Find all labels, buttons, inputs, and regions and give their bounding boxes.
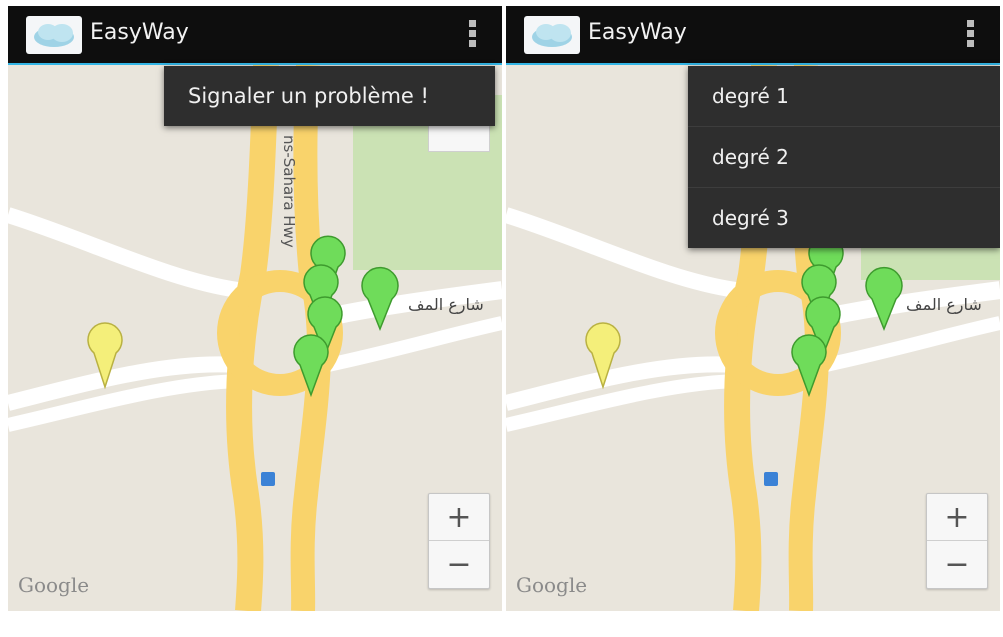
bus-stop-icon (764, 472, 778, 486)
severity-popup-menu: degré 1 degré 2 degré 3 (688, 66, 1000, 248)
zoom-in-button[interactable]: + (429, 494, 489, 541)
zoom-controls: + − (428, 493, 490, 589)
zoom-controls: + − (926, 493, 988, 589)
right-phone-screen: شارع المف + − Google EasyWay degré 1 deg… (506, 0, 1000, 637)
app-title: EasyWay (90, 20, 189, 45)
marker-green-icon[interactable] (865, 266, 903, 332)
marker-green-icon[interactable] (361, 266, 399, 332)
app-title: EasyWay (588, 20, 687, 45)
zoom-in-button[interactable]: + (927, 494, 987, 541)
overflow-menu-icon[interactable] (966, 20, 976, 50)
menu-item-report-problem[interactable]: Signaler un problème ! (164, 66, 495, 126)
menu-item-degree-3[interactable]: degré 3 (688, 188, 1000, 248)
map-view[interactable]: ns-Sahara Hwy شارع المف + − Google (8, 65, 502, 611)
cloud-app-icon (524, 16, 580, 54)
highway-label: ns-Sahara Hwy (280, 135, 298, 248)
google-attribution: Google (516, 573, 588, 597)
overflow-popup-menu: Signaler un problème ! (164, 66, 495, 126)
menu-item-degree-1[interactable]: degré 1 (688, 66, 1000, 127)
street-label: شارع المف (408, 295, 484, 314)
zoom-out-button[interactable]: − (429, 541, 489, 588)
cloud-app-icon (26, 16, 82, 54)
action-bar: EasyWay (506, 6, 1000, 65)
left-phone-screen: ns-Sahara Hwy شارع المف + − Google EasyW… (8, 0, 502, 637)
menu-item-degree-2[interactable]: degré 2 (688, 127, 1000, 188)
zoom-out-button[interactable]: − (927, 541, 987, 588)
overflow-menu-icon[interactable] (468, 20, 478, 50)
bus-stop-icon (261, 472, 275, 486)
action-bar: EasyWay (8, 6, 502, 65)
street-label: شارع المف (906, 295, 982, 314)
google-attribution: Google (18, 573, 90, 597)
